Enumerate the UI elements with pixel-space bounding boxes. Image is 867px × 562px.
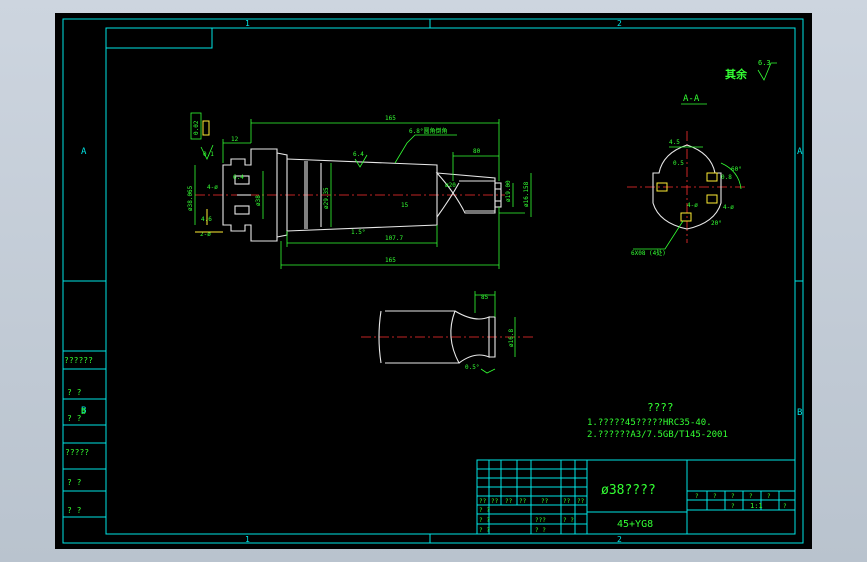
zone-right-b: B bbox=[797, 408, 802, 418]
tb-right-cell-1: ? bbox=[695, 493, 699, 500]
tb-mid-cell-2: ? ? bbox=[535, 527, 546, 534]
roughness-value: 6.3 bbox=[758, 59, 771, 67]
side-row-7: ? ? bbox=[67, 506, 82, 515]
dim-dia-body: ø29.35 bbox=[323, 187, 330, 209]
tb-mid-cell-1: ??? bbox=[535, 517, 546, 524]
section-label: A-A bbox=[683, 94, 700, 104]
section-dim-c: 0.8 bbox=[721, 174, 732, 181]
side-row-2: ? ? bbox=[67, 388, 82, 397]
dim-side-note: 6.8°圆角倒角 bbox=[409, 127, 447, 135]
tb-right-cell-5: ? bbox=[767, 493, 771, 500]
zone-bottom-1: 1 bbox=[245, 535, 250, 544]
dim-total-length: 165 bbox=[385, 115, 396, 122]
top-left-name-box bbox=[106, 28, 213, 49]
section-note: 6X08 (4处) bbox=[631, 249, 666, 257]
section-dim-d: 60° bbox=[731, 166, 742, 173]
tb-left-cell-5: ?? bbox=[541, 498, 549, 505]
tech-title: ???? bbox=[647, 401, 674, 414]
tb-left-cell-3: ?? bbox=[505, 498, 513, 505]
section-dim-e: 4-ø bbox=[687, 202, 698, 209]
dim-angle-small: 1.5° bbox=[351, 229, 365, 236]
section-dim-g: 4-ø bbox=[723, 204, 734, 211]
zone-top-2: 2 bbox=[617, 19, 622, 28]
zone-right-a: A bbox=[797, 147, 803, 157]
tb-right-row2-2: ? bbox=[783, 503, 787, 510]
zone-left-a: A bbox=[81, 147, 87, 157]
dim-head-length: 12 bbox=[231, 136, 239, 143]
dim-left-a: 4-ø bbox=[207, 184, 218, 191]
title-block: ?? ?? ?? ?? ?? ?? ?? ? ? ? ? ? ? ??? ? ?… bbox=[476, 459, 796, 535]
dim-flat: 15 bbox=[401, 202, 409, 209]
tech-line-1: 1.?????45?????HRC35-40. bbox=[587, 418, 712, 428]
tb-mid-cell-3: ? ? bbox=[563, 517, 574, 524]
tb-right-row2-1: ? bbox=[731, 503, 735, 510]
dim-dia-tail: ø19.00 bbox=[505, 180, 512, 202]
detail-view: 85 ø16.8 0.5° bbox=[361, 291, 535, 374]
dim-dia-end: ø16.158 bbox=[523, 181, 530, 207]
side-row-1: ?????? bbox=[64, 356, 93, 365]
tb-left-cell-4: ?? bbox=[519, 498, 527, 505]
main-view-dimensions: 165 12 6.8°圆角倒角 6.4 80 107.7 1.5° 165 ø3… bbox=[187, 112, 532, 269]
tb-left-row-1: ? ? bbox=[479, 507, 490, 514]
tb-left-cell-7: ?? bbox=[577, 498, 585, 505]
tb-right-cell-3: ? bbox=[731, 493, 735, 500]
detail-small-angle: 0.5° bbox=[465, 364, 479, 371]
dim-rough-head: 6.4 bbox=[233, 174, 244, 181]
cad-viewer: 1 2 1 2 A B A B ?????? ? ? B ? ? ????? ?… bbox=[0, 0, 867, 562]
tb-left-cell-2: ?? bbox=[491, 498, 499, 505]
zone-top-1: 1 bbox=[245, 19, 250, 28]
tb-left-cell-1: ?? bbox=[479, 498, 487, 505]
tb-left-row-3: ? ? bbox=[479, 527, 490, 534]
dim-dia-38: ø38 bbox=[255, 195, 262, 206]
dim-roughness-shank: 6.4 bbox=[353, 151, 364, 158]
tb-part-name: ø38???? bbox=[601, 483, 656, 498]
tb-left-row-2: ? ? bbox=[479, 517, 490, 524]
tb-right-cell-4: ? bbox=[749, 493, 753, 500]
drawing-sheet[interactable]: 1 2 1 2 A B A B ?????? ? ? B ? ? ????? ?… bbox=[55, 13, 812, 549]
detail-width: 85 bbox=[481, 294, 489, 301]
tb-right-cell-2: ? bbox=[713, 493, 717, 500]
side-row-3: B bbox=[81, 407, 86, 416]
section-dim-f: 20° bbox=[711, 220, 722, 227]
left-side-table: ?????? ? ? B ? ? ????? ? ? ? ? bbox=[63, 280, 106, 518]
dim-box-note: 0.02 bbox=[193, 120, 200, 135]
roughness-note: 其余 bbox=[725, 67, 748, 81]
main-view-tool bbox=[195, 148, 505, 242]
section-dim-b: 0.5 bbox=[673, 160, 684, 167]
tb-material: 45+YG8 bbox=[617, 519, 653, 530]
tb-left-cell-6: ?? bbox=[563, 498, 571, 505]
detail-dia: ø16.8 bbox=[508, 329, 515, 347]
dim-inner-length: 107.7 bbox=[385, 235, 403, 242]
dim-dia-shank: ø20 bbox=[445, 182, 456, 189]
dim-dia-head: ø38.065 bbox=[187, 185, 194, 211]
side-row-4: ? ? bbox=[67, 414, 82, 423]
side-row-6: ? ? bbox=[67, 478, 82, 487]
section-view-aa: 4.5 0.5 0.8 60° 4-ø 20° 4-ø 6X08 (4处) bbox=[627, 131, 745, 257]
tb-scale: 1:1 bbox=[750, 502, 763, 510]
dim-total-length-bottom: 165 bbox=[385, 257, 396, 264]
dim-flute-length: 80 bbox=[473, 148, 481, 155]
zone-bottom-2: 2 bbox=[617, 535, 622, 544]
tech-line-2: 2.??????A3/7.5GB/T145-2001 bbox=[587, 430, 728, 440]
section-dim-a: 4.5 bbox=[669, 139, 680, 146]
drawing-svg: 1 2 1 2 A B A B ?????? ? ? B ? ? ????? ?… bbox=[62, 18, 804, 544]
side-row-5: ????? bbox=[65, 448, 89, 457]
